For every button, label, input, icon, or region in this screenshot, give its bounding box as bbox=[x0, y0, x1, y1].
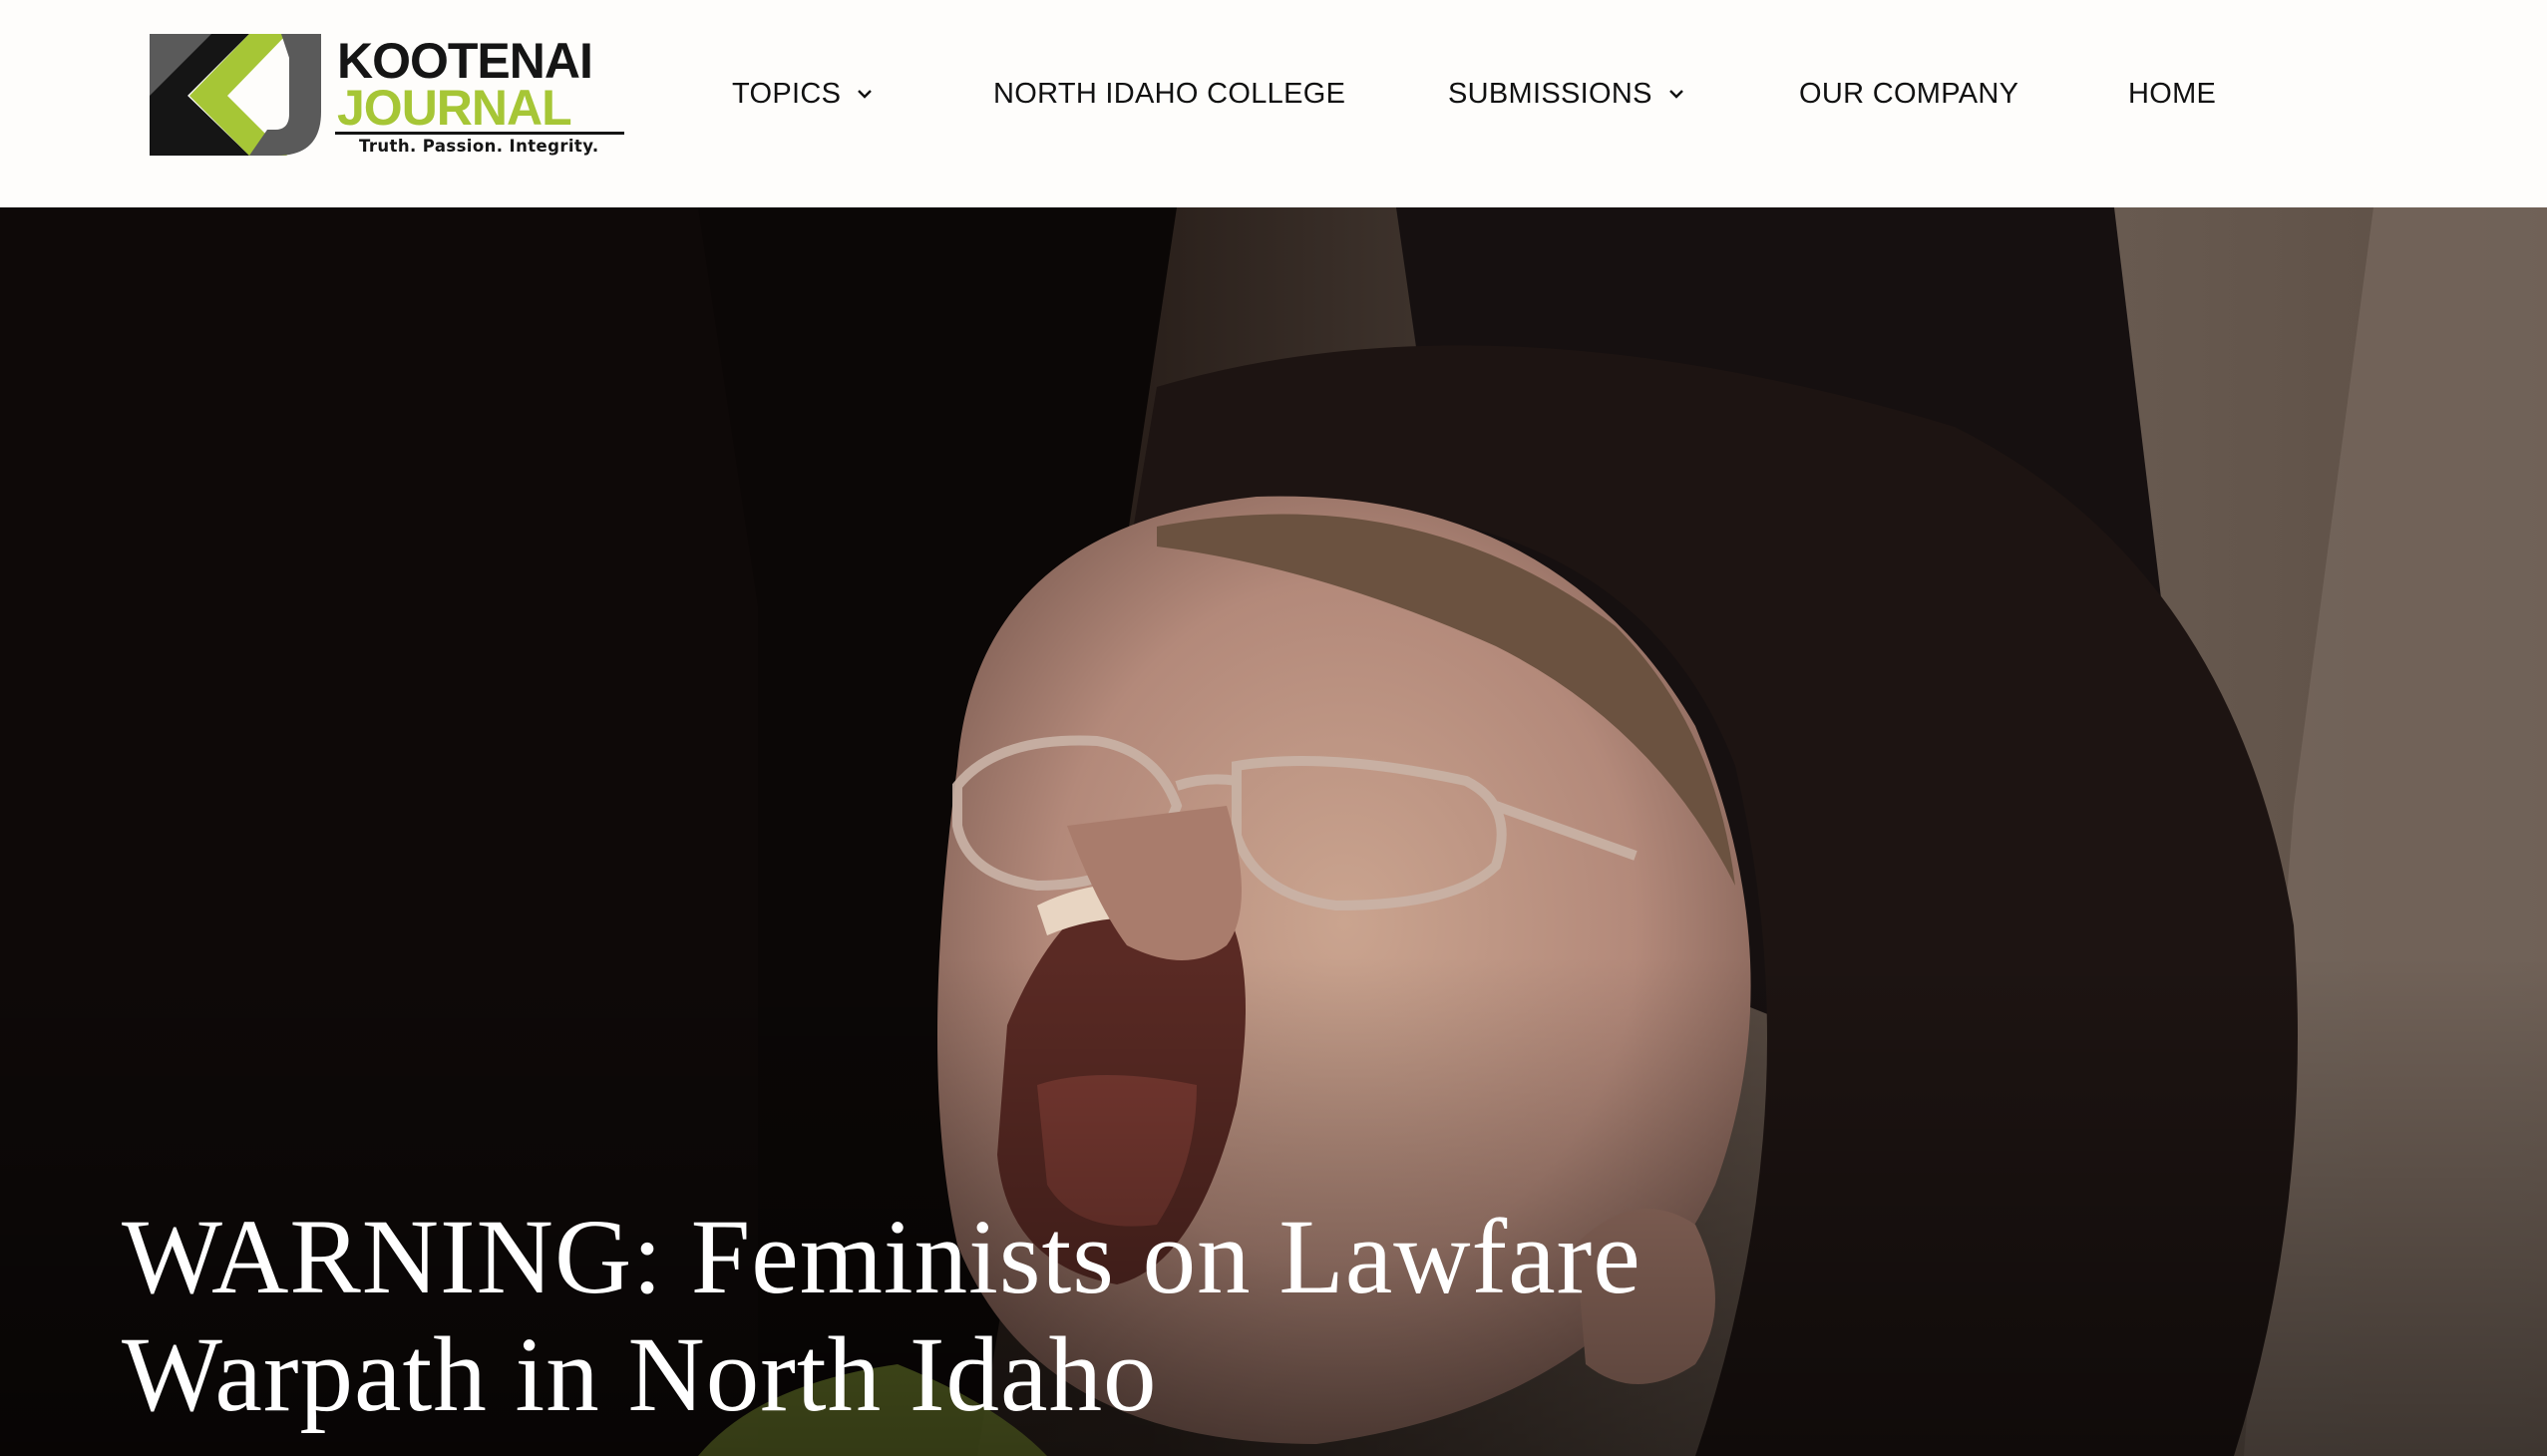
nav-item-topics[interactable]: TOPICS bbox=[732, 70, 875, 118]
nav-item-label: NORTH IDAHO COLLEGE bbox=[993, 77, 1346, 110]
chevron-down-icon bbox=[858, 90, 873, 99]
nav-item-home[interactable]: HOME bbox=[2128, 70, 2216, 118]
nav-item-label: OUR COMPANY bbox=[1799, 77, 2019, 110]
hero-banner: WARNING: Feminists on Lawfare Warpath in… bbox=[0, 207, 2547, 1456]
nav-item-label: HOME bbox=[2128, 77, 2217, 110]
logo-divider bbox=[335, 132, 624, 135]
nav-item-label: SUBMISSIONS bbox=[1448, 77, 1652, 110]
site-logo[interactable]: KOOTENAI JOURNAL Truth. Passion. Integri… bbox=[150, 34, 624, 160]
nav-item-label: TOPICS bbox=[732, 77, 842, 110]
nav-item-our-company[interactable]: OUR COMPANY bbox=[1799, 70, 2018, 118]
site-header: KOOTENAI JOURNAL Truth. Passion. Integri… bbox=[0, 0, 2547, 207]
chevron-down-icon bbox=[1668, 90, 1683, 99]
kj-logo-icon bbox=[150, 34, 321, 156]
article-headline[interactable]: WARNING: Feminists on Lawfare Warpath in… bbox=[122, 1199, 2016, 1434]
nav-item-submissions[interactable]: SUBMISSIONS bbox=[1448, 70, 1686, 118]
nav-item-north-idaho-college[interactable]: NORTH IDAHO COLLEGE bbox=[993, 70, 1345, 118]
logo-tagline: Truth. Passion. Integrity. bbox=[359, 137, 599, 156]
logo-name-line2: JOURNAL bbox=[337, 80, 572, 136]
